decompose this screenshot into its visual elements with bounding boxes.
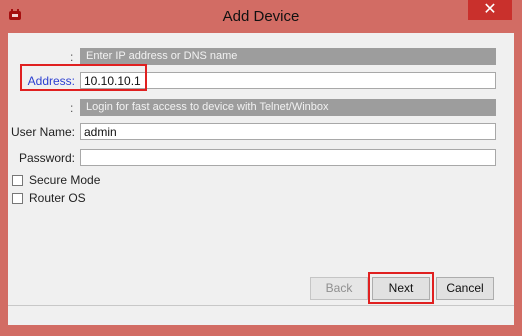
router-os-label[interactable]: Router OS xyxy=(29,191,86,205)
username-input[interactable] xyxy=(80,123,496,140)
router-os-checkbox[interactable] xyxy=(12,193,23,204)
section-colon: : xyxy=(70,101,74,115)
window-title: Add Device xyxy=(222,8,300,25)
back-button[interactable]: Back xyxy=(310,277,368,300)
status-bar xyxy=(8,305,514,325)
close-button[interactable]: ✕ xyxy=(468,0,512,20)
section-header-address: Enter IP address or DNS name xyxy=(80,48,496,65)
password-label: Password: xyxy=(18,151,75,165)
secure-mode-label[interactable]: Secure Mode xyxy=(29,173,100,187)
title-bar[interactable]: Add Device ✕ xyxy=(0,0,522,33)
address-highlight-box xyxy=(20,64,147,91)
close-icon: ✕ xyxy=(483,1,497,18)
cancel-button[interactable]: Cancel xyxy=(436,277,494,300)
password-input[interactable] xyxy=(80,149,496,166)
username-label: User Name: xyxy=(10,125,75,139)
secure-mode-checkbox[interactable] xyxy=(12,175,23,186)
next-highlight-box xyxy=(368,272,434,304)
add-device-window: Add Device ✕ : Enter IP address or DNS n… xyxy=(0,0,522,336)
section-header-login: Login for fast access to device with Tel… xyxy=(80,99,496,116)
section-colon: : xyxy=(70,50,74,64)
dialog-body: : Enter IP address or DNS name Address: … xyxy=(8,33,514,325)
